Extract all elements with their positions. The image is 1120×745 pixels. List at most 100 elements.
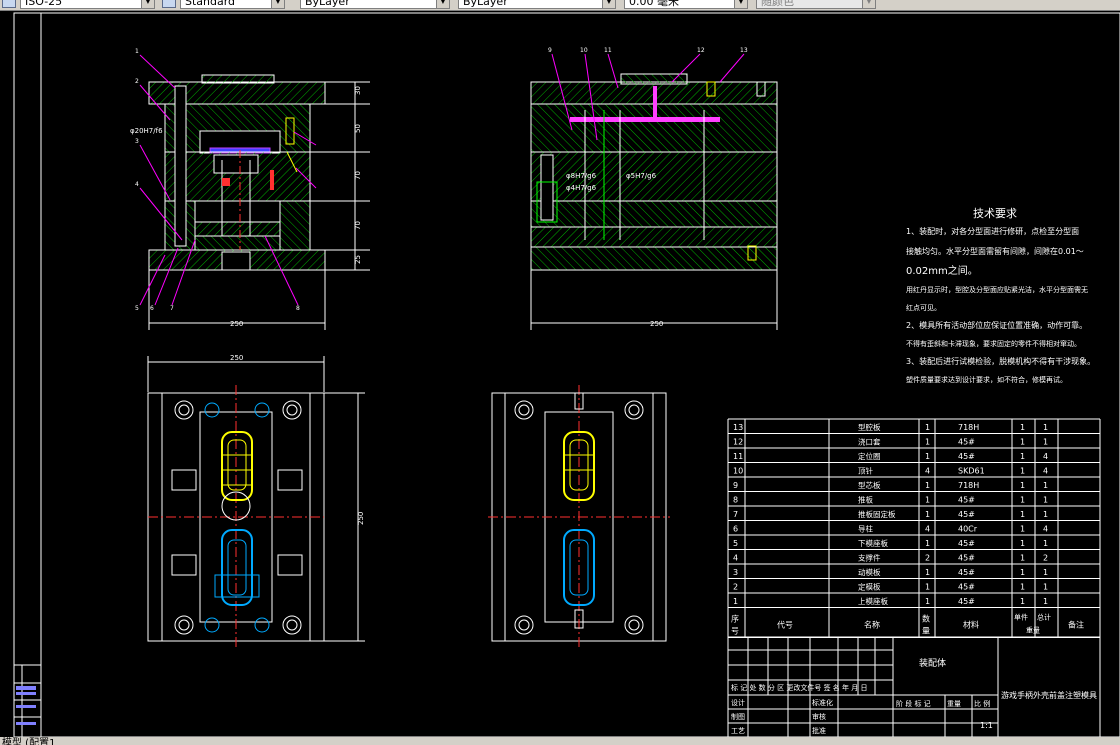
balloon-9: 9 [548, 47, 552, 54]
bom-row-name: 推板 [858, 495, 873, 505]
plan-view-fixed-half[interactable] [488, 385, 670, 650]
plotstyle-value: 随颜色 [761, 0, 794, 8]
bom-row-name: 顶针 [858, 466, 873, 476]
lineweight-value: 0.00 毫米 [629, 0, 679, 8]
model-tab[interactable]: 模型 (配置1 [2, 737, 55, 745]
dim-height-plan: 250 [357, 512, 365, 525]
front-section-view[interactable] [148, 74, 326, 271]
bom-row-no: 4 [733, 554, 738, 563]
bom-row-material: 45# [958, 452, 975, 461]
tech-line-9: 塑件质量要求达到设计要求，如不符合，修模再试。 [906, 375, 1067, 384]
bom-row-qty: 1 [925, 597, 930, 606]
bom-row-material: 45# [958, 568, 975, 577]
bom-header-qty: 数 [922, 614, 930, 624]
bom-row-qty: 1 [925, 452, 930, 461]
bom-row-material: SKD61 [958, 467, 985, 476]
bom-row-unit: 1 [1020, 525, 1025, 534]
design-label: 设计 [731, 698, 745, 707]
bom-row-material: 45# [958, 510, 975, 519]
bom-row-total: 1 [1043, 597, 1048, 606]
bom-row-name: 定模板 [858, 582, 881, 592]
bom-row-unit: 1 [1020, 452, 1025, 461]
balloon-7: 7 [170, 305, 174, 312]
tech-line-2: 接触均匀。水平分型面需留有间隙，间隙在0.01～ [906, 246, 1084, 256]
drawn-label: 制图 [731, 712, 745, 721]
bom-row-qty: 2 [925, 554, 930, 563]
balloon-13: 13 [740, 47, 748, 54]
bom-row-qty: 1 [925, 496, 930, 505]
balloon-5: 5 [135, 305, 139, 312]
balloon-6: 6 [150, 305, 154, 312]
dim-v3: 70 [354, 171, 362, 180]
tech-line-7: 不得有歪斜和卡滞现象，要求固定的零件不得相对窜动。 [906, 339, 1081, 348]
bom-row-name: 型腔板 [858, 422, 881, 432]
balloon-4: 4 [135, 181, 139, 188]
bom-row-name: 支撑件 [858, 553, 881, 563]
drawing-canvas[interactable]: 30 50 70 70 25 250 φ20H7/f6 1 2 3 4 5 6 … [0, 11, 1120, 737]
fit-pin-small: φ4H7/g6 [566, 184, 597, 192]
tablestyle-select[interactable]: Standard ▼ [180, 0, 285, 9]
bom-row-unit: 1 [1020, 568, 1025, 577]
binding-strip [13, 664, 42, 737]
bom-row-unit: 1 [1020, 510, 1025, 519]
dim-v4: 70 [354, 221, 362, 230]
bom-table: 13 型腔板 1 718H 1 112 浇口套 1 45# 1 111 定位圈 1 45# 1 410 顶针 4 S… [727, 418, 1101, 638]
chevron-down-icon: ▼ [141, 0, 154, 8]
tech-line-4: 用红丹显示时，型腔及分型面应贴紧光洁，水平分型面需无 [906, 285, 1088, 294]
fit-ejector: φ8H7/g6 [566, 172, 597, 180]
plotstyle-select[interactable]: 随颜色 ▼ [756, 0, 876, 9]
dimstyle-select[interactable]: ISO-25 ▼ [20, 0, 155, 9]
bom-row-unit: 1 [1020, 597, 1025, 606]
layout-tabs: 模型 (配置1 [0, 737, 1120, 745]
bom-row-name: 浇口套 [858, 437, 881, 447]
bom-header-total: 总计 [1037, 613, 1051, 622]
chevron-down-icon: ▼ [436, 0, 449, 8]
bom-row-no: 6 [733, 525, 738, 534]
bom-row-total: 1 [1043, 496, 1048, 505]
ratio-label: 比 例 [974, 699, 990, 708]
tech-line-6: 2、模具所有活动部位应保证位置准确，动作可靠。 [906, 320, 1087, 330]
tech-line-3: 0.02mm之间。 [906, 264, 978, 277]
dim-v2: 50 [354, 124, 362, 133]
part-name: 游戏手柄外壳前盖注塑模具 [1001, 690, 1097, 700]
dimstyle-icon[interactable] [2, 0, 16, 8]
bom-row-no: 12 [733, 438, 743, 447]
bom-row-name: 导柱 [858, 524, 873, 534]
bom-row-qty: 1 [925, 438, 930, 447]
bom-row-material: 40Cr [958, 525, 978, 534]
bom-header-name: 名称 [864, 620, 880, 630]
revision-header: 标 记 处 数 分 区 更改文件号 签 名 年 月 日 [731, 683, 867, 692]
bom-row-total: 4 [1043, 467, 1048, 476]
bom-row-total: 1 [1043, 568, 1048, 577]
bom-row-qty: 1 [925, 481, 930, 490]
bom-row-name: 上模座板 [858, 596, 888, 606]
technical-requirements: 技术要求 1、装配时，对各分型面进行修研，点检至分型面 接触均匀。水平分型面需留… [906, 207, 1095, 384]
stage-label: 阶 段 标 记 [896, 699, 931, 708]
chevron-down-icon: ▼ [271, 0, 284, 8]
bom-row-unit: 1 [1020, 554, 1025, 563]
bom-row-no: 9 [733, 481, 738, 490]
plan-view-moving-half[interactable] [147, 356, 365, 650]
drawing-name: 装配体 [919, 657, 946, 669]
dim-v1: 30 [354, 86, 362, 95]
lineweight-select[interactable]: 0.00 毫米 ▼ [624, 0, 748, 9]
review-label: 审核 [812, 712, 826, 721]
layer-color-select[interactable]: ByLayer ▼ [300, 0, 450, 9]
bom-row-no: 8 [733, 496, 738, 505]
bom-row-qty: 1 [925, 568, 930, 577]
bom-row-unit: 1 [1020, 539, 1025, 548]
chevron-down-icon: ▼ [862, 0, 875, 8]
craft-label: 工艺 [731, 727, 745, 735]
bom-row-total: 1 [1043, 510, 1048, 519]
dim-width-plan: 250 [230, 354, 243, 362]
bom-row-material: 718H [958, 423, 979, 432]
linetype-select[interactable]: ByLayer ▼ [458, 0, 616, 9]
tablestyle-icon[interactable] [162, 0, 176, 8]
bom-row-unit: 1 [1020, 496, 1025, 505]
bom-row-material: 718H [958, 481, 979, 490]
bom-row-total: 1 [1043, 481, 1048, 490]
dim-v5: 25 [354, 255, 362, 264]
bom-row-qty: 1 [925, 423, 930, 432]
balloon-8: 8 [296, 305, 300, 312]
bom-row-no: 2 [733, 583, 738, 592]
